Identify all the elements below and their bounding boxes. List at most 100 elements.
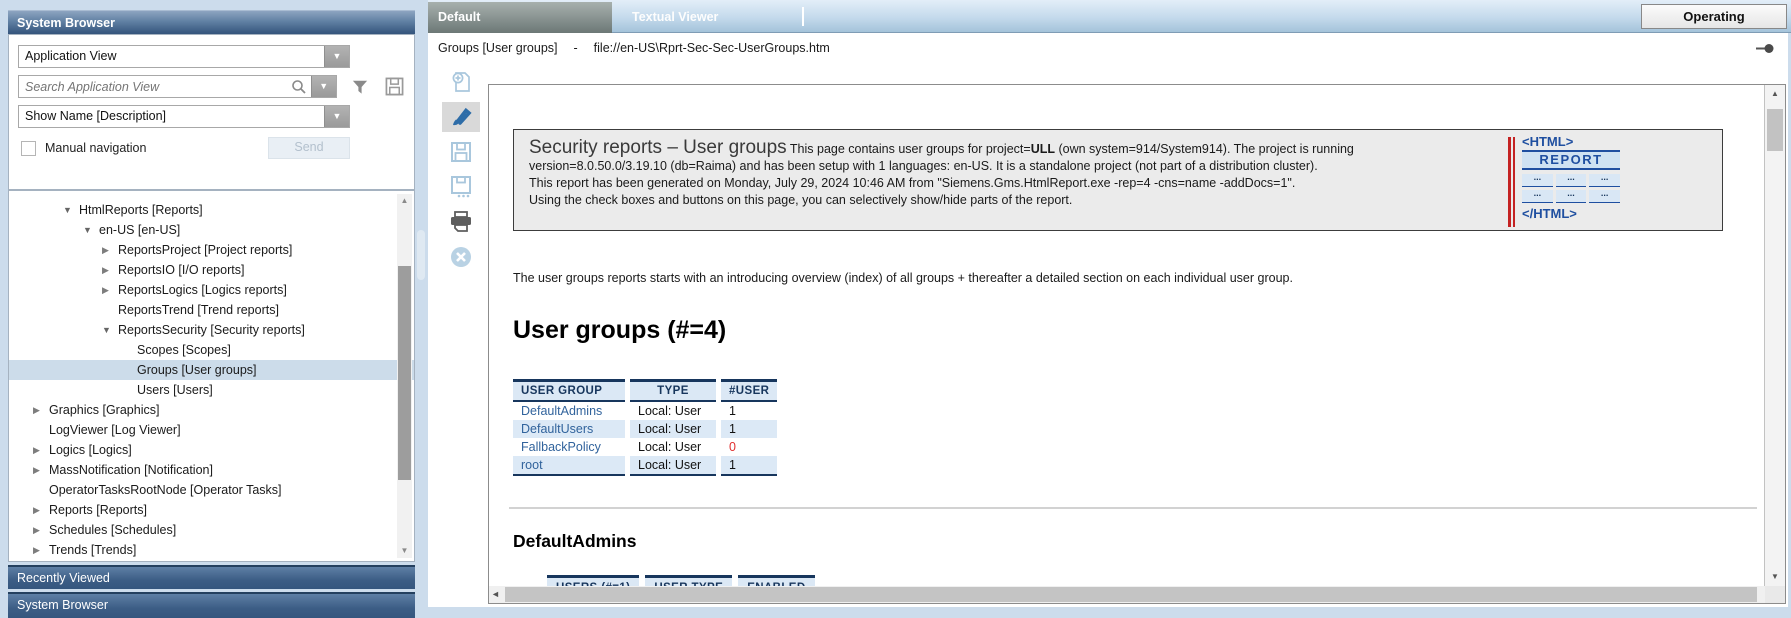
tab-default[interactable]: Default: [428, 2, 612, 33]
search-input[interactable]: [19, 79, 291, 95]
tree-item-schedules[interactable]: ▶Schedules [Schedules]: [9, 520, 414, 540]
report-horizontal-scrollbar[interactable]: ◄: [489, 586, 1765, 603]
breadcrumb-dash: -: [574, 41, 578, 55]
expand-closed-icon[interactable]: ▶: [33, 520, 49, 540]
logo-table-icon: ... ... ... ... ... ...: [1522, 174, 1620, 203]
tree-item-graphics[interactable]: ▶Graphics [Graphics]: [9, 400, 414, 420]
view-dropdown[interactable]: Application View ▼: [18, 45, 350, 68]
table-row: DefaultAdmins Local: User 1: [513, 402, 777, 420]
expand-closed-icon[interactable]: ▶: [33, 440, 49, 460]
logo-close-tag: </HTML>: [1522, 207, 1620, 221]
save-icon: [450, 141, 472, 163]
expand-open-icon[interactable]: ▼: [102, 320, 118, 340]
panel-splitter[interactable]: [417, 230, 425, 280]
tree-scrollbar[interactable]: ▲ ▼: [397, 194, 412, 558]
html-report-logo: <HTML> REPORT ... ... ... ... ... ... </…: [1508, 135, 1622, 227]
col-enabled: ENABLED: [738, 575, 814, 586]
tree-item-groups-selected[interactable]: Groups [User groups]: [9, 360, 414, 380]
tree-item-users[interactable]: Users [Users]: [9, 380, 414, 400]
report-document-panel: Security reports – User groups This page…: [488, 84, 1786, 604]
scroll-down-icon[interactable]: ▼: [1765, 571, 1785, 583]
cancel-icon: [450, 246, 472, 268]
expand-open-icon[interactable]: ▼: [63, 200, 79, 220]
chevron-down-icon[interactable]: ▼: [324, 106, 349, 127]
tree-item-reportssecurity[interactable]: ▼ReportsSecurity [Security reports]: [9, 320, 414, 340]
expand-open-icon[interactable]: ▼: [83, 220, 99, 240]
expand-closed-icon[interactable]: ▶: [102, 280, 118, 300]
add-report-button[interactable]: [442, 67, 480, 97]
tree-item-htmlreports[interactable]: ▼HtmlReports [Reports]: [9, 200, 414, 220]
scroll-down-icon[interactable]: ▼: [397, 545, 412, 557]
expand-closed-icon[interactable]: ▶: [102, 260, 118, 280]
edit-report-button[interactable]: [442, 102, 480, 132]
expand-closed-icon[interactable]: ▶: [102, 240, 118, 260]
search-field[interactable]: ▼: [18, 75, 337, 98]
scroll-left-icon[interactable]: ◄: [491, 586, 503, 603]
report-header-box: Security reports – User groups This page…: [513, 129, 1723, 231]
system-browser-panel: System Browser Application View ▼ ▼ Show…: [8, 10, 415, 618]
search-icon[interactable]: [291, 79, 311, 95]
system-browser-bar[interactable]: System Browser: [8, 592, 415, 618]
user-groups-table: USER GROUP TYPE #USER DefaultAdmins Loca…: [508, 379, 782, 476]
group-link[interactable]: root: [521, 458, 543, 472]
breadcrumb-selection: Groups [User groups]: [438, 41, 558, 55]
zero-user-count: 0: [729, 440, 736, 454]
tree-item-reportsproject[interactable]: ▶ReportsProject [Project reports]: [9, 240, 414, 260]
tree-item-massnotification[interactable]: ▶MassNotification [Notification]: [9, 460, 414, 480]
logo-open-tag: <HTML>: [1522, 135, 1620, 152]
tree-item-reportstrend[interactable]: ReportsTrend [Trend reports]: [9, 300, 414, 320]
recently-viewed-bar[interactable]: Recently Viewed: [8, 565, 415, 589]
print-report-button[interactable]: [442, 207, 480, 237]
report-intro: The user groups reports starts with an i…: [513, 271, 1765, 285]
col-user-group: USER GROUP: [513, 379, 625, 402]
project-name: ULL: [1031, 142, 1055, 156]
save-report-button[interactable]: [442, 137, 480, 167]
tree-item-reportslogics[interactable]: ▶ReportsLogics [Logics reports]: [9, 280, 414, 300]
print-icon: [449, 211, 473, 233]
tree-item-reportsio[interactable]: ▶ReportsIO [I/O reports]: [9, 260, 414, 280]
save-filter-icon[interactable]: [384, 76, 405, 98]
chevron-down-icon[interactable]: ▼: [311, 76, 336, 97]
tree-item-scopes[interactable]: Scopes [Scopes]: [9, 340, 414, 360]
group-link[interactable]: FallbackPolicy: [521, 440, 601, 454]
scroll-up-icon[interactable]: ▲: [397, 195, 412, 207]
col-user-count: #USER: [721, 379, 777, 402]
hscroll-thumb[interactable]: [505, 587, 1757, 602]
group-link[interactable]: DefaultAdmins: [521, 404, 602, 418]
tree-scrollbar-thumb[interactable]: [398, 266, 411, 480]
tree-item-logviewer[interactable]: LogViewer [Log Viewer]: [9, 420, 414, 440]
tree-item-reports[interactable]: ▶Reports [Reports]: [9, 500, 414, 520]
user-groups-heading: User groups (#=4): [513, 316, 1765, 345]
pin-icon[interactable]: [1756, 43, 1774, 54]
report-title: Security reports – User groups: [529, 137, 787, 158]
send-button[interactable]: Send: [268, 137, 350, 159]
tab-textual-viewer[interactable]: Textual Viewer: [622, 2, 808, 33]
report-generated-line: This report has been generated on Monday…: [529, 176, 1295, 190]
scroll-up-icon[interactable]: ▲: [1765, 88, 1785, 100]
filter-icon[interactable]: [350, 76, 371, 98]
manual-navigation-checkbox[interactable]: [21, 141, 36, 156]
tree-item-trends[interactable]: ▶Trends [Trends]: [9, 540, 414, 560]
cancel-report-button[interactable]: [442, 242, 480, 272]
tree-item-logics[interactable]: ▶Logics [Logics]: [9, 440, 414, 460]
chevron-down-icon[interactable]: ▼: [324, 46, 349, 67]
expand-closed-icon[interactable]: ▶: [33, 460, 49, 480]
view-dropdown-value: Application View: [19, 46, 324, 67]
navigation-tree: ▼HtmlReports [Reports] ▼en-US [en-US] ▶R…: [8, 190, 415, 562]
report-vertical-scrollbar[interactable]: ▲ ▼: [1764, 85, 1785, 586]
vscroll-thumb[interactable]: [1767, 109, 1783, 151]
expand-closed-icon[interactable]: ▶: [33, 500, 49, 520]
col-user-type: USER TYPE: [645, 575, 732, 586]
col-type: TYPE: [630, 379, 716, 402]
save-as-report-button[interactable]: [442, 172, 480, 202]
expand-closed-icon[interactable]: ▶: [33, 540, 49, 560]
display-mode-dropdown[interactable]: Show Name [Description] ▼: [18, 105, 350, 128]
panel-title: System Browser: [8, 10, 415, 35]
group-link[interactable]: DefaultUsers: [521, 422, 593, 436]
scrollbar-corner: [1765, 586, 1785, 603]
operating-mode-button[interactable]: Operating: [1641, 4, 1787, 29]
report-header-text: Security reports – User groups This page…: [529, 139, 1381, 209]
tree-item-operatortasks[interactable]: OperatorTasksRootNode [Operator Tasks]: [9, 480, 414, 500]
tree-item-en-us[interactable]: ▼en-US [en-US]: [9, 220, 414, 240]
expand-closed-icon[interactable]: ▶: [33, 400, 49, 420]
